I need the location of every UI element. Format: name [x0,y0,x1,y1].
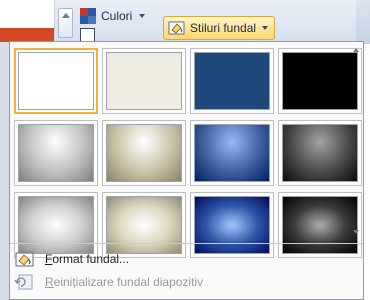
slide-preview-edge [0,0,55,42]
menu-separator [10,243,363,244]
background-style-swatch[interactable] [102,48,186,114]
swatch-fill [194,196,270,254]
dropdown-arrow-icon [262,26,269,30]
swatch-fill [282,124,358,182]
background-style-swatch[interactable] [190,120,274,186]
reset-background-label: Reinițializare fundal diapozitiv [45,275,203,289]
background-style-swatch[interactable] [14,48,98,114]
swatch-fill [106,124,182,182]
background-style-swatch[interactable] [278,120,362,186]
swatch-fill [18,196,94,254]
swatch-fill [106,52,182,110]
swatch-fill [194,52,270,110]
background-styles-button[interactable]: Stiluri fundal [163,16,276,40]
scroll-spinner[interactable] [58,8,73,38]
colors-label: Culori [101,9,133,23]
scroll-up-icon[interactable] [353,48,359,52]
swatch-fill [282,196,358,254]
paint-bucket-icon [168,20,186,36]
color-palette-icon [80,8,96,24]
label-rest: ormat fundal... [52,252,130,266]
label-rest: einițializare fundal diapozitiv [53,275,204,289]
background-styles-gallery: Format fundal... Reinițializare fundal d… [9,41,364,300]
swatch-fill [282,52,358,110]
swatch-fill [18,52,94,110]
dropdown-arrow-icon [139,14,146,18]
format-background-label: Format fundal... [45,252,129,266]
colors-button[interactable]: Culori [80,6,146,26]
format-background-item[interactable]: Format fundal... [10,248,363,270]
background-style-swatch[interactable] [14,120,98,186]
scroll-down-icon[interactable] [353,230,359,234]
fonts-button[interactable] [80,28,160,43]
accel-key: R [45,275,54,289]
swatch-fill [194,124,270,182]
left-shadow [0,42,9,300]
styles-grid [14,48,362,258]
reset-background-item[interactable]: Reinițializare fundal diapozitiv [10,271,363,293]
slide-title-bar [0,28,54,42]
background-style-swatch[interactable] [278,48,362,114]
gallery-scrollbar[interactable] [352,44,361,234]
background-style-swatch[interactable] [190,48,274,114]
ribbon-right-edge [356,0,370,44]
background-style-swatch[interactable] [102,120,186,186]
background-styles-label: Stiluri fundal [190,21,257,35]
swatch-fill [18,124,94,182]
reset-slide-icon [14,273,36,291]
swatch-fill [106,196,182,254]
paint-bucket-icon [14,250,36,268]
chevron-up-icon [62,13,70,18]
